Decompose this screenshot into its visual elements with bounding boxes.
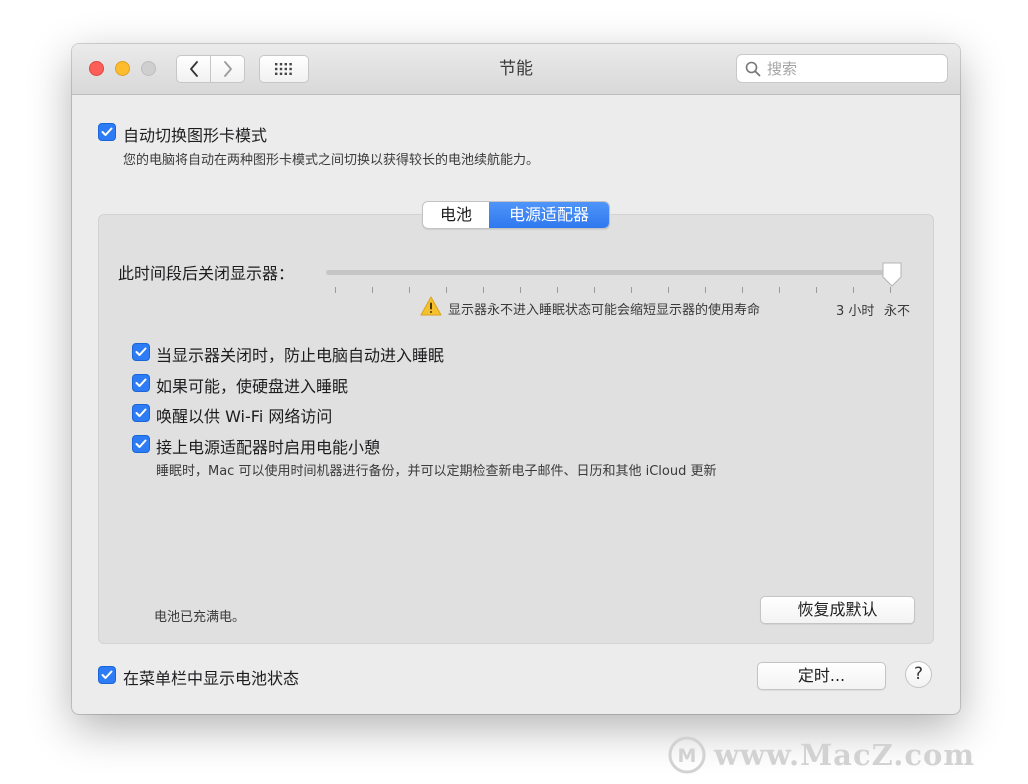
display-sleep-warning: 显示器永不进入睡眠状态可能会缩短显示器的使用寿命 (448, 303, 761, 318)
slider-tick (705, 287, 706, 293)
tab-battery[interactable]: 电池 (423, 202, 489, 228)
slider-tick (483, 287, 484, 293)
search-icon (745, 61, 761, 76)
display-sleep-label: 此时间段后关闭显示器： (118, 264, 295, 283)
forward-button[interactable] (211, 55, 245, 83)
slider-tick (594, 287, 595, 293)
graphics-switching-checkbox[interactable] (98, 123, 116, 141)
show-battery-in-menubar-label[interactable]: 在菜单栏中显示电池状态 (123, 665, 299, 689)
svg-text:M: M (678, 745, 697, 767)
display-sleep-slider[interactable] (326, 270, 886, 275)
graphics-switching-description: 您的电脑将自动在两种图形卡模式之间切换以获得较长的电池续航能力。 (123, 153, 540, 168)
power-source-tabs: 电池 电源适配器 (422, 201, 610, 229)
checkmark-icon (135, 439, 147, 448)
slider-tick (335, 287, 336, 293)
option-prevent-sleep-checkbox[interactable] (132, 343, 150, 361)
zoom-window-button[interactable] (141, 61, 156, 76)
warning-icon (420, 296, 442, 316)
search-field[interactable] (736, 54, 948, 83)
energy-saver-window: 节能 自动切换图形卡模式 您的电脑将自动在两种图形卡模式之间切换以获得较长的电池… (72, 44, 960, 714)
slider-tick (816, 287, 817, 293)
macz-logo-icon: M (668, 736, 706, 774)
checkmark-icon (135, 347, 147, 356)
option-power-nap-label[interactable]: 接上电源适配器时启用电能小憩 (156, 434, 380, 458)
slider-tick (446, 287, 447, 293)
schedule-button[interactable]: 定时... (757, 662, 886, 690)
power-nap-description: 睡眠时，Mac 可以使用时间机器进行备份，并可以定期检查新电子邮件、日历和其他 … (156, 464, 717, 479)
restore-defaults-button[interactable]: 恢复成默认 (760, 596, 915, 624)
tab-power-adapter[interactable]: 电源适配器 (489, 202, 609, 228)
slider-tick (631, 287, 632, 293)
watermark: M www.MacZ.com (668, 736, 975, 774)
chevron-right-icon (223, 61, 232, 77)
show-battery-in-menubar-checkbox[interactable] (98, 666, 116, 684)
slider-tick (557, 287, 558, 293)
tick-label-never: 永不 (884, 304, 911, 319)
slider-tick (409, 287, 410, 293)
titlebar: 节能 (72, 44, 960, 95)
slider-tick (779, 287, 780, 293)
help-button[interactable]: ? (905, 661, 932, 688)
tick-label-3h: 3 小时 (836, 304, 875, 319)
slider-tick (668, 287, 669, 293)
battery-status: 电池已充满电。 (154, 610, 246, 625)
slider-thumb[interactable] (881, 262, 903, 288)
slider-tick (520, 287, 521, 293)
chevron-left-icon (189, 61, 198, 77)
option-power-nap-checkbox[interactable] (132, 435, 150, 453)
option-disk-sleep-checkbox[interactable] (132, 374, 150, 392)
checkmark-icon (135, 408, 147, 417)
checkmark-icon (135, 378, 147, 387)
grid-icon (275, 63, 292, 75)
show-all-button[interactable] (259, 55, 309, 83)
close-window-button[interactable] (89, 61, 104, 76)
minimize-window-button[interactable] (115, 61, 130, 76)
watermark-text: www.MacZ.com (714, 738, 976, 772)
option-wifi-wake-checkbox[interactable] (132, 404, 150, 422)
checkmark-icon (101, 670, 113, 679)
option-prevent-sleep-label[interactable]: 当显示器关闭时，防止电脑自动进入睡眠 (156, 342, 444, 366)
slider-tick (372, 287, 373, 293)
checkmark-icon (101, 127, 113, 136)
search-input[interactable] (765, 58, 939, 79)
option-disk-sleep-label[interactable]: 如果可能，使硬盘进入睡眠 (156, 373, 348, 397)
slider-tick (742, 287, 743, 293)
graphics-switching-label[interactable]: 自动切换图形卡模式 (123, 122, 267, 146)
back-button[interactable] (176, 55, 211, 83)
option-wifi-wake-label[interactable]: 唤醒以供 Wi-Fi 网络访问 (156, 403, 332, 427)
slider-tick (853, 287, 854, 293)
